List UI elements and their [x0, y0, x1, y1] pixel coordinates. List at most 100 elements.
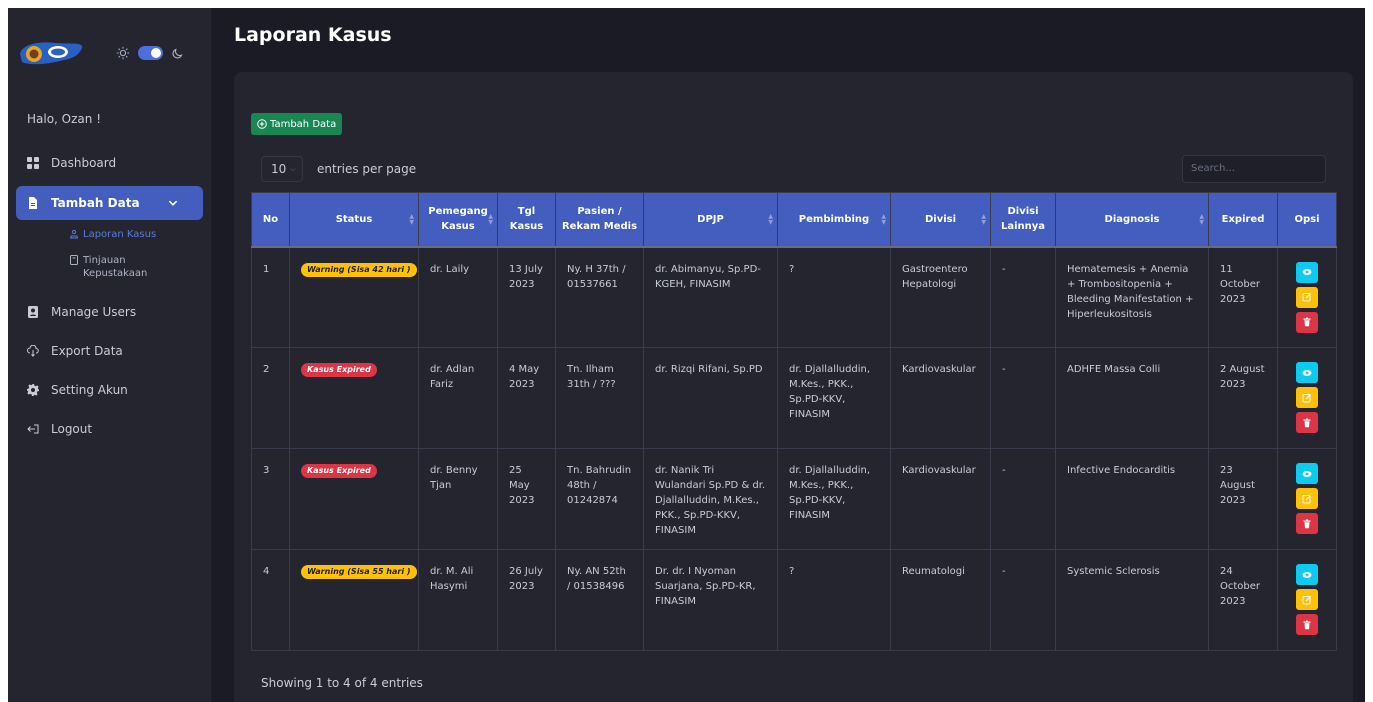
eye-icon: [1302, 369, 1312, 376]
view-button[interactable]: [1296, 261, 1318, 283]
entries-control: 10 ⌵ entries per page: [261, 156, 416, 182]
cell-dpjp: dr. Rizqi Rifani, Sp.PD: [643, 347, 778, 449]
sidebar-item-label: Tambah Data: [51, 196, 140, 210]
view-button[interactable]: [1296, 362, 1318, 383]
sidebar-subitem-label: Laporan Kasus: [83, 229, 157, 240]
trash-icon: [1303, 620, 1311, 629]
col-header-pembimbing[interactable]: Pembimbing ▲ ▼: [777, 192, 891, 247]
cases-table: No Status ▲ ▼ Pemegang Kasus ▲ ▼ Tgl Kasus P…: [251, 192, 1337, 651]
col-header-pemegang-kasus[interactable]: Pemegang Kasus ▲ ▼: [418, 192, 498, 247]
moon-icon: [172, 48, 183, 59]
edit-button[interactable]: [1296, 286, 1318, 308]
col-header-dpjp[interactable]: DPJP ▲ ▼: [643, 192, 778, 247]
delete-button[interactable]: [1296, 513, 1318, 534]
sidebar-item-setting-akun[interactable]: Setting Akun: [8, 372, 211, 408]
cell-status: Kasus Expired: [289, 448, 419, 550]
sidebar-item-label: Setting Akun: [51, 383, 128, 397]
row-actions: [1278, 562, 1336, 635]
edit-icon: [1302, 595, 1311, 604]
cell-divisi-lain: -: [990, 549, 1056, 651]
file-icon: [29, 197, 37, 209]
col-header-opsi: Opsi: [1277, 192, 1337, 247]
cloud-download-icon: [27, 345, 39, 357]
cell-expired: 23 August 2023: [1208, 448, 1278, 550]
cell-divisi: Kardiovaskular: [890, 448, 991, 550]
cell-opsi: [1277, 448, 1337, 550]
page-title: Laporan Kasus: [234, 24, 392, 46]
cell-no: 3: [251, 448, 290, 550]
cell-pemegang: dr. Adlan Fariz: [418, 347, 498, 449]
status-badge: Kasus Expired: [301, 363, 377, 377]
col-header-pasien[interactable]: Pasien / Rekam Medis: [555, 192, 644, 247]
row-actions: [1278, 461, 1336, 534]
cell-divisi: Reumatologi: [890, 549, 991, 651]
cell-divisi-lain: -: [990, 245, 1056, 348]
sidebar-item-label: Manage Users: [51, 305, 137, 319]
table-info: Showing 1 to 4 of 4 entries: [261, 676, 423, 690]
edit-button[interactable]: [1296, 387, 1318, 408]
trash-icon: [1303, 519, 1311, 528]
cell-diagnosis: Hematemesis + Anemia + Trombositopenia +…: [1055, 245, 1209, 348]
sidebar-item-dashboard[interactable]: Dashboard: [8, 145, 211, 181]
add-data-button[interactable]: Tambah Data: [251, 113, 343, 135]
sidebar-subitem-laporan-kasus[interactable]: Laporan Kasus: [61, 228, 211, 241]
logout-icon: [27, 424, 39, 434]
col-header-divisi-lainnya[interactable]: Divisi Lainnya: [990, 192, 1056, 247]
cell-pasien: Tn. Bahrudin 48th / 01242874: [555, 448, 644, 550]
entries-select[interactable]: 10 ⌵: [261, 156, 303, 182]
cell-pemegang: dr. M. Ali Hasymi: [418, 549, 498, 651]
cell-no: 2: [251, 347, 290, 449]
sidebar-item-label: Export Data: [51, 344, 123, 358]
cell-opsi: [1277, 549, 1337, 651]
status-badge: Kasus Expired: [301, 464, 377, 478]
cell-pembimbing: dr. Djallalluddin, M.Kes., PKK., Sp.PD-K…: [777, 448, 891, 550]
sun-icon: [116, 46, 130, 60]
entries-value: 10: [271, 162, 287, 176]
view-button[interactable]: [1296, 564, 1318, 585]
col-header-status[interactable]: Status ▲ ▼: [289, 192, 419, 247]
table-row: 3 Kasus Expired dr. Benny Tjan 25 May 20…: [251, 448, 1337, 550]
cell-status: Kasus Expired: [289, 347, 419, 449]
delete-button[interactable]: [1296, 614, 1318, 635]
cell-expired: 24 October 2023: [1208, 549, 1278, 651]
delete-button[interactable]: [1296, 311, 1318, 333]
col-header-tgl-kasus[interactable]: Tgl Kasus: [497, 192, 556, 247]
cell-pemegang: dr. Laily: [418, 245, 498, 348]
row-actions: [1278, 360, 1336, 433]
status-badge: Warning (Sisa 42 hari ): [301, 262, 417, 277]
sidebar-item-manage-users[interactable]: Manage Users: [8, 294, 211, 330]
edit-icon: [1302, 393, 1311, 402]
sort-icon: ▲ ▼: [488, 213, 493, 226]
col-header-diagnosis[interactable]: Diagnosis ▲ ▼: [1055, 192, 1209, 247]
eye-icon: [1302, 571, 1312, 578]
col-header-expired[interactable]: Expired: [1208, 192, 1278, 247]
sidebar-item-logout[interactable]: Logout: [8, 411, 211, 447]
add-data-label: Tambah Data: [270, 118, 337, 130]
sidebar-submenu: Laporan Kasus Tinjauan Kepustakaan: [8, 220, 211, 280]
cell-no: 1: [251, 245, 290, 348]
col-header-no[interactable]: No: [251, 192, 290, 247]
theme-toggle[interactable]: [116, 46, 185, 60]
greeting: Halo, Ozan !: [27, 112, 102, 126]
eye-icon: [1302, 470, 1312, 477]
search-input[interactable]: Search...: [1182, 155, 1326, 183]
cell-pembimbing: ?: [777, 549, 891, 651]
view-button[interactable]: [1296, 463, 1318, 484]
col-header-divisi[interactable]: Divisi ▲ ▼: [890, 192, 991, 247]
sidebar-subitem-tinjauan-kepustakaan[interactable]: Tinjauan Kepustakaan: [61, 254, 147, 280]
theme-switch[interactable]: [138, 46, 163, 60]
cell-pasien: Ny. H 37th / 01537661: [555, 245, 644, 348]
bookmark-icon: [70, 255, 78, 265]
edit-button[interactable]: [1296, 488, 1318, 509]
chevron-down-icon: [168, 200, 178, 206]
sidebar-item-export-data[interactable]: Export Data: [8, 333, 211, 369]
sort-icon: ▲ ▼: [409, 213, 414, 226]
cell-divisi: Kardiovaskular: [890, 347, 991, 449]
sidebar-item-tambah-data[interactable]: Tambah Data: [16, 186, 203, 220]
cell-pemegang: dr. Benny Tjan: [418, 448, 498, 550]
cell-opsi: [1277, 347, 1337, 449]
app-frame: Halo, Ozan ! Dashboard Tambah Data Lapor…: [8, 8, 1365, 702]
cell-status: Warning (Sisa 55 hari ): [289, 549, 419, 651]
delete-button[interactable]: [1296, 412, 1318, 433]
edit-button[interactable]: [1296, 589, 1318, 610]
